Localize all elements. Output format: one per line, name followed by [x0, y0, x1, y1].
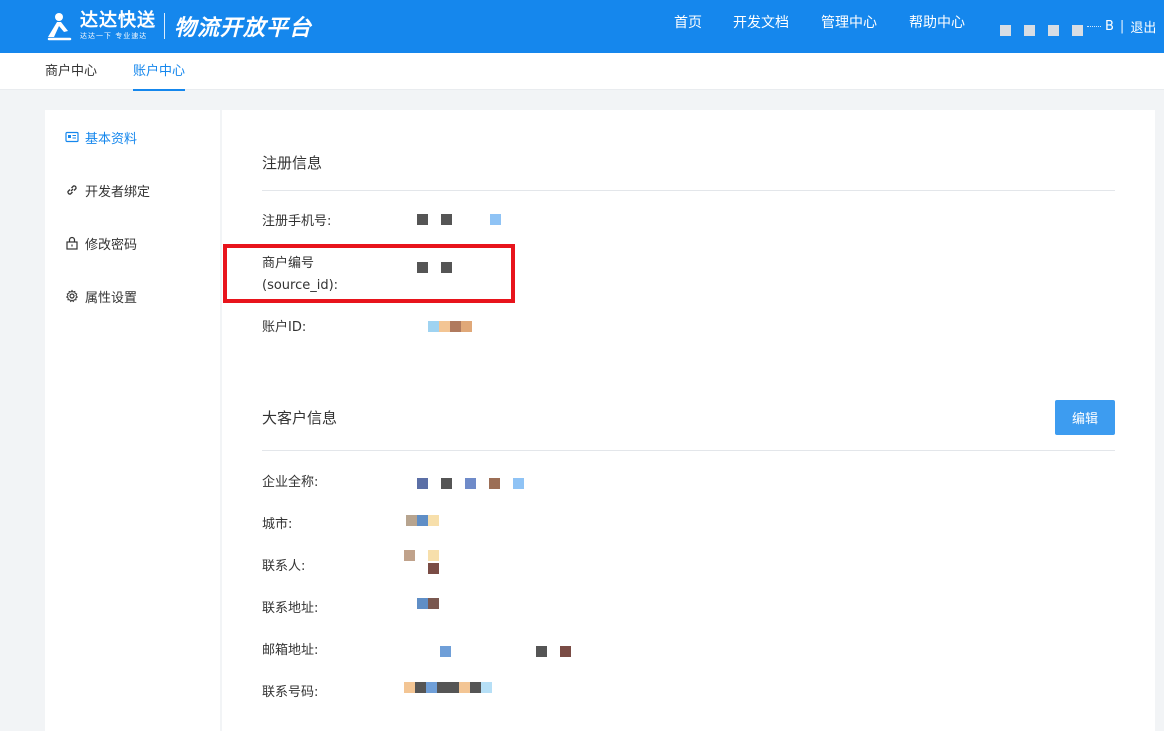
edit-button[interactable]: 编辑 [1055, 400, 1115, 435]
nav-help[interactable]: 帮助中心 [909, 0, 965, 46]
nav-dev-docs[interactable]: 开发文档 [733, 0, 789, 46]
sidebar: 基本资料 开发者绑定 修改密码 属性设置 [45, 110, 220, 731]
field-label-address: 联系地址: [262, 601, 319, 616]
masked-username [1000, 25, 1011, 36]
tab-account-center[interactable]: 账户中心 [133, 53, 186, 91]
sidebar-item-label: 开发者绑定 [85, 184, 151, 200]
logout-link[interactable]: 退出 [1130, 17, 1156, 36]
logo-divider [164, 13, 165, 39]
sidebar-item-basic-info[interactable]: 基本资料 [65, 126, 137, 148]
gear-icon [65, 289, 79, 303]
top-bar: 达达快送 达达一下 专业速达 物流开放平台 首页 开发文档 管理中心 帮助中心 … [0, 0, 1164, 53]
sidebar-item-label: 属性设置 [85, 290, 138, 306]
logo-slogan: 达达一下 专业速达 [80, 32, 148, 40]
field-label-phone-number: 联系号码: [262, 685, 319, 700]
user-area: B | 退出 [1000, 0, 1156, 53]
main-content: 注册信息 注册手机号: 商户编号 (source_id): 账户ID: 大客户信… [222, 110, 1155, 731]
section-title-enterprise: 大客户信息 [262, 409, 338, 427]
link-icon [65, 183, 79, 197]
id-card-icon [65, 130, 79, 144]
field-label-city: 城市: [262, 517, 293, 532]
dada-logo-icon [44, 11, 74, 41]
user-separator: | [1119, 19, 1125, 34]
platform-title: 物流开放平台 [174, 16, 313, 41]
username-suffix[interactable]: B [1105, 19, 1114, 34]
logo[interactable]: 达达快送 达达一下 专业速达 物流开放平台 [44, 8, 312, 44]
field-label-company-name: 企业全称: [262, 475, 319, 490]
field-label-account-id: 账户ID: [262, 320, 307, 335]
logo-brand: 达达快送 [80, 10, 156, 31]
sidebar-item-label: 修改密码 [85, 237, 138, 253]
section-divider [262, 450, 1115, 451]
field-label-email: 邮箱地址: [262, 643, 319, 658]
tab-merchant-center[interactable]: 商户中心 [45, 53, 97, 90]
sidebar-item-label: 基本资料 [85, 131, 138, 147]
masked-username [1024, 25, 1035, 36]
masked-username [1087, 26, 1101, 27]
field-label-phone: 注册手机号: [262, 214, 332, 229]
sidebar-item-change-password[interactable]: 修改密码 [65, 232, 137, 254]
sidebar-item-developer-binding[interactable]: 开发者绑定 [65, 179, 150, 201]
lock-icon [65, 236, 79, 250]
field-label-contact-person: 联系人: [262, 559, 306, 574]
sidebar-item-attribute-settings[interactable]: 属性设置 [65, 285, 137, 307]
masked-username [1072, 25, 1083, 36]
field-label-source-id: 商户编号 [262, 256, 315, 271]
nav-home[interactable]: 首页 [674, 0, 702, 46]
field-label-source-id-sub: (source_id): [262, 278, 339, 293]
section-divider [262, 190, 1115, 191]
sub-nav: 商户中心 账户中心 [0, 53, 1164, 91]
masked-username [1048, 25, 1059, 36]
nav-management[interactable]: 管理中心 [821, 0, 877, 46]
section-title-registration: 注册信息 [262, 154, 323, 172]
